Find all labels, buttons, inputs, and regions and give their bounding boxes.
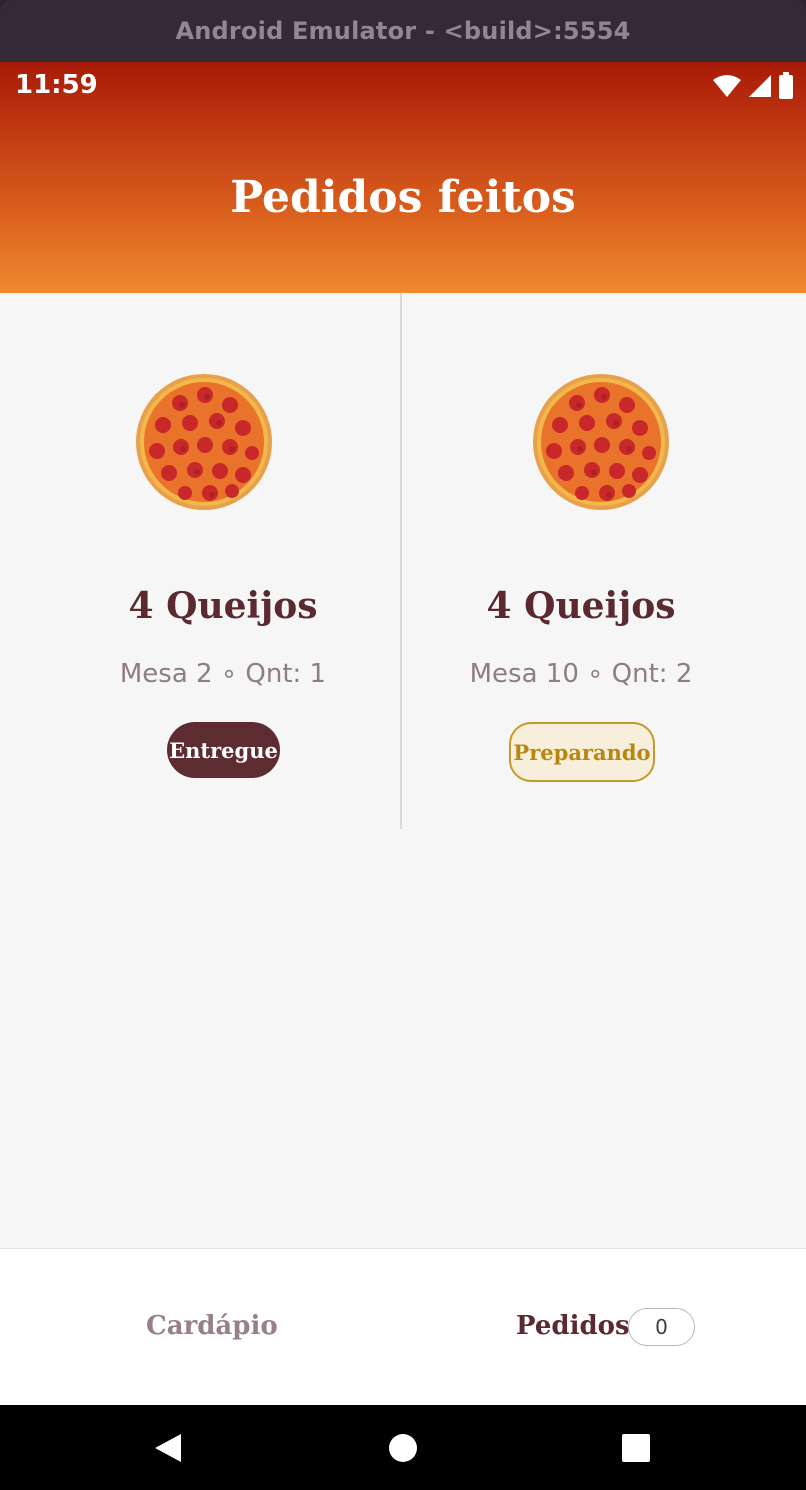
nav-tab-cardapio[interactable]: Cardápio bbox=[146, 1311, 278, 1341]
order-item-meta: Mesa 10 ∘ Qnt: 2 bbox=[469, 659, 693, 689]
window-titlebar: Android Emulator - <build>:5554 bbox=[0, 0, 806, 62]
back-icon[interactable] bbox=[146, 1405, 190, 1490]
pizza-icon bbox=[532, 373, 670, 511]
order-item-meta: Mesa 2 ∘ Qnt: 1 bbox=[119, 659, 327, 689]
status-time: 11:59 bbox=[15, 70, 98, 100]
bottom-nav: Cardápio Pedidos 0 bbox=[0, 1248, 806, 1405]
status-badge[interactable]: Entregue bbox=[167, 722, 280, 778]
system-nav-bar bbox=[0, 1405, 806, 1490]
page-title: Pedidos feitos bbox=[230, 172, 576, 223]
order-item-name: 4 Queijos bbox=[128, 585, 318, 627]
phone-screen: 11:59 Pedidos feitos 4 Queijos Mesa 2 ∘ … bbox=[0, 62, 806, 1490]
order-card[interactable]: 4 Queijos Mesa 10 ∘ Qnt: 2 Preparando bbox=[402, 293, 806, 829]
order-card[interactable]: 4 Queijos Mesa 2 ∘ Qnt: 1 Entregue bbox=[0, 293, 400, 829]
nav-tab-pedidos[interactable]: Pedidos bbox=[516, 1311, 630, 1341]
pizza-icon bbox=[135, 373, 273, 511]
battery-icon bbox=[778, 72, 794, 105]
recents-icon[interactable] bbox=[620, 1405, 652, 1490]
signal-icon bbox=[748, 74, 772, 103]
window-title: Android Emulator - <build>:5554 bbox=[175, 17, 631, 45]
wifi-icon bbox=[712, 74, 742, 103]
home-icon[interactable] bbox=[386, 1405, 420, 1490]
order-item-name: 4 Queijos bbox=[486, 585, 676, 627]
status-icons bbox=[712, 72, 794, 105]
orders-count-badge: 0 bbox=[628, 1308, 695, 1346]
status-badge[interactable]: Preparando bbox=[509, 722, 655, 782]
orders-grid: 4 Queijos Mesa 2 ∘ Qnt: 1 Entregue 4 Que… bbox=[0, 293, 806, 829]
app-header: 11:59 Pedidos feitos bbox=[0, 62, 806, 293]
